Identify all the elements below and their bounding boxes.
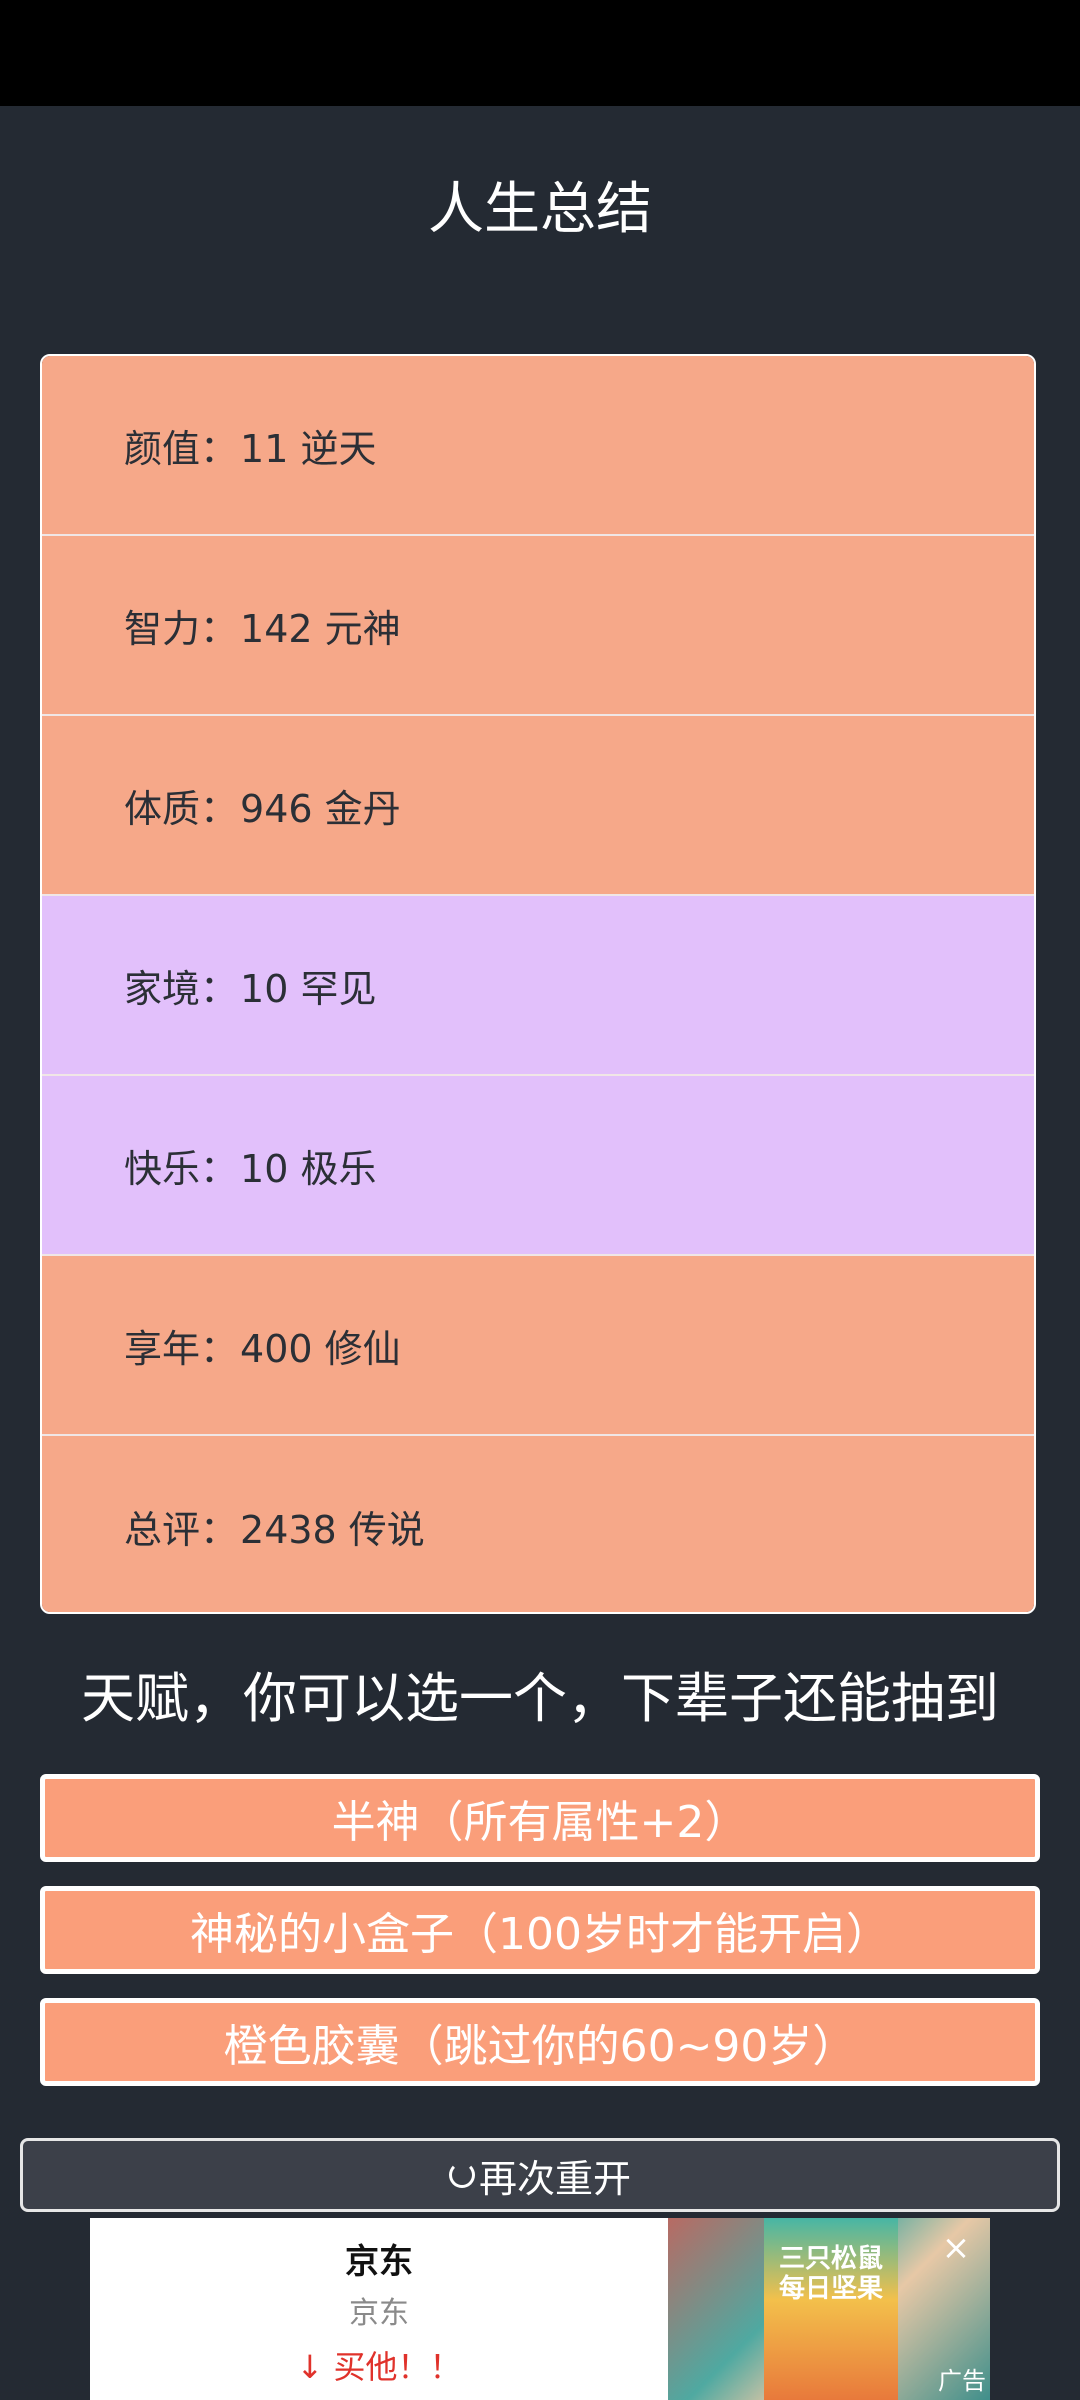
ad-banner[interactable]: 京东 京东 ↓ 买他！！ 三只松鼠 每日坚果 × 广告 (90, 2218, 990, 2400)
ad-label: 广告 (938, 2367, 986, 2395)
stat-label: 颜值： (124, 426, 239, 471)
restart-icon (448, 2162, 475, 2188)
stat-label: 快乐： (124, 1146, 239, 1191)
status-bar (0, 0, 1080, 106)
stat-row-overall: 总评： 2438 传说 (42, 1436, 1034, 1612)
stat-row-lifespan: 享年： 400 修仙 (42, 1256, 1034, 1436)
stat-value: 10 罕见 (240, 966, 377, 1011)
stat-value: 400 修仙 (240, 1326, 401, 1371)
stat-row-happiness: 快乐： 10 极乐 (42, 1076, 1034, 1256)
stat-label: 总评： (124, 1507, 239, 1552)
stat-value: 10 极乐 (240, 1146, 377, 1191)
stat-row-appearance: 颜值： 11 逆天 (42, 356, 1034, 536)
restart-button[interactable]: 再次重开 (20, 2138, 1060, 2212)
ad-product-image: 三只松鼠 每日坚果 (764, 2218, 898, 2400)
ad-image[interactable]: 三只松鼠 每日坚果 × 广告 (668, 2218, 990, 2400)
ad-product-text: 三只松鼠 每日坚果 (778, 2244, 883, 2304)
stat-value: 142 元神 (240, 606, 401, 651)
ad-cta[interactable]: ↓ 买他！！ (90, 2342, 668, 2388)
stat-label: 体质： (124, 786, 239, 831)
page-title: 人生总结 (428, 177, 652, 242)
talent-button-orange-capsule[interactable]: 橙色胶囊（跳过你的60~90岁） (40, 1998, 1040, 2086)
stat-value: 11 逆天 (240, 426, 377, 471)
ad-subtitle: 京东 (349, 2296, 409, 2331)
ad-title: 京东 (345, 2242, 413, 2282)
talent-button-mystery-box[interactable]: 神秘的小盒子（100岁时才能开启） (40, 1886, 1040, 1974)
stat-label: 家境： (124, 966, 239, 1011)
stat-label: 享年： (124, 1326, 239, 1371)
close-icon[interactable]: × (936, 2228, 976, 2268)
talent-button-demigod[interactable]: 半神（所有属性+2） (40, 1774, 1040, 1862)
stat-value: 2438 传说 (240, 1507, 425, 1552)
stat-value: 946 金丹 (240, 786, 401, 831)
stat-row-intelligence: 智力： 142 元神 (42, 536, 1034, 716)
ad-text-block[interactable]: 京东 京东 ↓ 买他！！ (90, 2218, 668, 2400)
restart-label: 再次重开 (478, 2156, 631, 2201)
talent-heading: 天赋，你可以选一个，下辈子还能抽到 (81, 1667, 999, 1730)
stat-label: 智力： (124, 606, 239, 651)
stat-row-constitution: 体质： 946 金丹 (42, 716, 1034, 896)
summary-panel: 颜值： 11 逆天 智力： 142 元神 体质： 946 金丹 家境： 10 罕见 快乐… (40, 354, 1036, 1614)
stat-row-family: 家境： 10 罕见 (42, 896, 1034, 1076)
